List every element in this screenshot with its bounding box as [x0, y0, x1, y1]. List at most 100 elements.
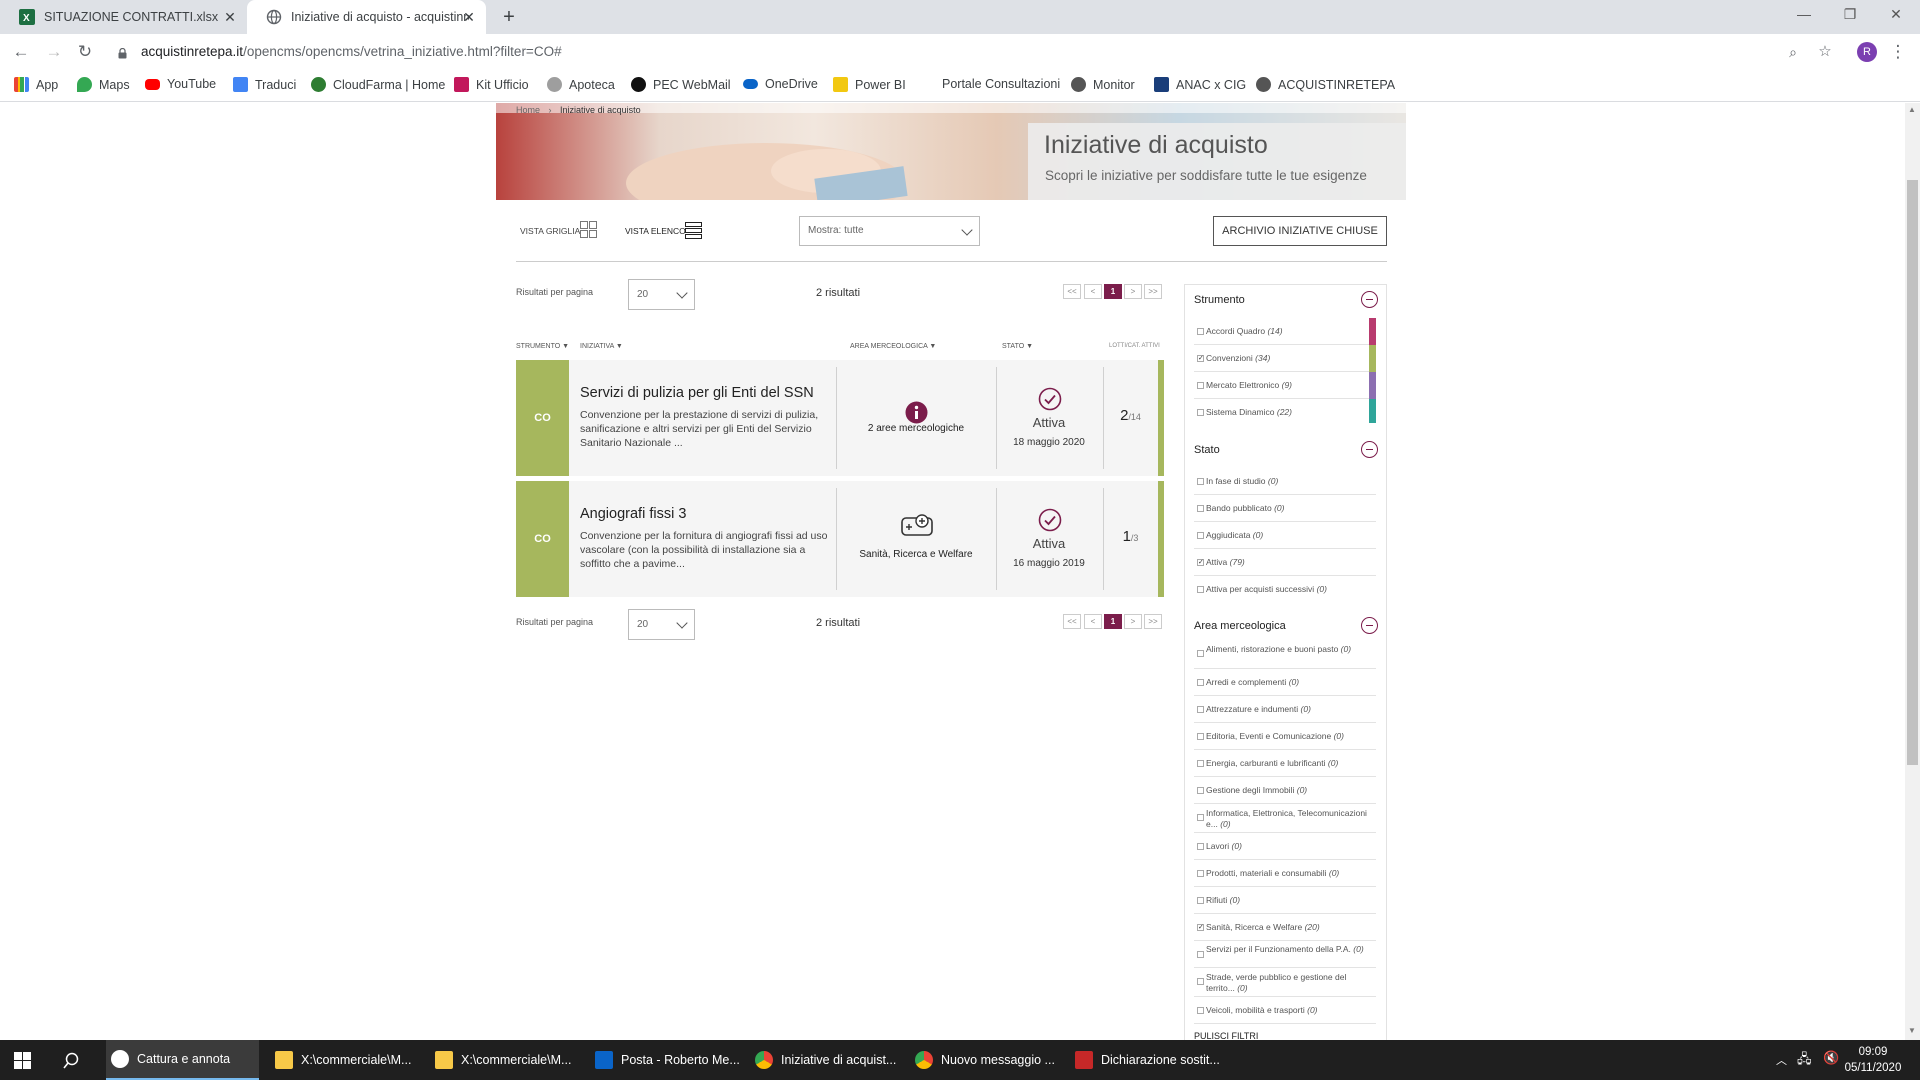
filter-area-item[interactable]: Alimenti, ristorazione e buoni pasto (0) — [1194, 640, 1376, 669]
network-icon[interactable]: 🖧 — [1797, 1050, 1812, 1072]
initiative-card[interactable]: CO Servizi di pulizia per gli Enti del S… — [516, 360, 1164, 476]
header-strumento[interactable]: STRUMENTO ▼ — [516, 343, 569, 350]
grid-view-label[interactable]: VISTA GRIGLIA — [520, 226, 580, 236]
list-view-icon[interactable] — [685, 222, 702, 239]
restore-icon[interactable]: ❐ — [1827, 6, 1873, 23]
filter-aggiudicata[interactable]: Aggiudicata (0) — [1194, 522, 1376, 549]
tab-excel[interactable]: X SITUAZIONE CONTRATTI.xlsx ✕ — [0, 0, 247, 34]
per-page-select[interactable]: 20 — [628, 609, 695, 640]
close-icon[interactable]: ✕ — [461, 9, 477, 25]
new-tab-button[interactable]: + — [499, 7, 519, 27]
filter-area-item[interactable]: Strade, verde pubblico e gestione del te… — [1194, 968, 1376, 997]
bookmark-app[interactable]: App — [14, 77, 58, 92]
filter-attiva[interactable]: ✓ Attiva (79) — [1194, 549, 1376, 576]
address-bar[interactable]: acquistinretepa.it/opencms/opencms/vetri… — [141, 40, 562, 64]
info-icon[interactable] — [905, 401, 928, 424]
bookmark-youtube[interactable]: YouTube — [145, 77, 216, 91]
collapse-icon[interactable] — [1361, 617, 1378, 634]
minimize-icon[interactable]: — — [1781, 6, 1827, 22]
clock[interactable]: 09:09 05/11/2020 — [1843, 1044, 1903, 1076]
filter-area-item[interactable]: Gestione degli Immobili (0) — [1194, 777, 1376, 804]
tray-chevron-icon[interactable]: ︿ — [1776, 1052, 1787, 1068]
filter-area-item[interactable]: ✓ Sanità, Ricerca e Welfare (20) — [1194, 914, 1376, 941]
close-icon[interactable]: ✕ — [222, 9, 238, 25]
zoom-icon[interactable]: ⌕ — [1782, 41, 1804, 63]
taskbar-item[interactable]: Nuovo messaggio ... — [910, 1040, 1060, 1080]
initiative-card[interactable]: CO Angiografi fissi 3 Convenzione per la… — [516, 481, 1164, 597]
collapse-icon[interactable] — [1361, 291, 1378, 308]
bookmark-powerbi[interactable]: Power BI — [833, 77, 906, 92]
scroll-up-icon[interactable]: ▲ — [1908, 105, 1916, 114]
pager-first[interactable]: << — [1063, 614, 1081, 629]
filter-sistema-dinamico[interactable]: Sistema Dinamico (22) — [1194, 399, 1376, 426]
list-view-label[interactable]: VISTA ELENCO — [625, 226, 686, 236]
taskbar-item[interactable]: X:\commerciale\M... — [430, 1040, 580, 1080]
pager-page-1[interactable]: 1 — [1104, 284, 1122, 299]
filter-bando-pubblicato[interactable]: Bando pubblicato (0) — [1194, 495, 1376, 522]
filter-accordi-quadro[interactable]: Accordi Quadro (14) — [1194, 318, 1376, 345]
pager-next[interactable]: > — [1124, 614, 1142, 629]
scrollbar-thumb[interactable] — [1907, 180, 1918, 765]
bookmark-onedrive[interactable]: OneDrive — [743, 77, 818, 91]
bookmark-kit-ufficio[interactable]: Kit Ufficio — [454, 77, 529, 92]
menu-icon[interactable]: ⋮ — [1887, 41, 1909, 63]
bookmark-traduci[interactable]: Traduci — [233, 77, 296, 92]
filter-area-item[interactable]: Veicoli, mobilità e trasporti (0) — [1194, 997, 1376, 1024]
bookmark-apoteca[interactable]: Apoteca — [547, 77, 615, 92]
clear-filters-link[interactable]: PULISCI FILTRI — [1194, 1031, 1258, 1040]
taskbar-item[interactable]: Iniziative di acquist... — [750, 1040, 900, 1080]
bookmark-portale[interactable]: Portale Consultazioni — [942, 77, 1060, 91]
filter-area-item[interactable]: Prodotti, materiali e consumabili (0) — [1194, 860, 1376, 887]
pager-page-1[interactable]: 1 — [1104, 614, 1122, 629]
filter-in-fase-di-studio[interactable]: In fase di studio (0) — [1194, 468, 1376, 495]
taskbar-item[interactable]: X:\commerciale\M... — [270, 1040, 420, 1080]
search-icon[interactable] — [63, 1052, 80, 1069]
forward-icon[interactable]: → — [43, 41, 65, 63]
windows-start-icon[interactable] — [14, 1052, 31, 1069]
show-filter-select[interactable]: Mostra: tutte — [799, 216, 980, 246]
header-area[interactable]: AREA MERCEOLOGICA ▼ — [850, 343, 936, 350]
pager-last[interactable]: >> — [1144, 614, 1162, 629]
bookmark-pec[interactable]: PEC WebMail — [631, 77, 731, 92]
grid-view-icon[interactable] — [580, 221, 597, 238]
volume-muted-icon[interactable]: 🔇 — [1823, 1050, 1839, 1066]
pager-last[interactable]: >> — [1144, 284, 1162, 299]
filter-area-item[interactable]: Arredi e complementi (0) — [1194, 669, 1376, 696]
filter-mercato-elettronico[interactable]: Mercato Elettronico (9) — [1194, 372, 1376, 399]
filter-convenzioni[interactable]: ✓ Convenzioni (34) — [1194, 345, 1376, 372]
header-iniziativa[interactable]: INIZIATIVA ▼ — [580, 343, 623, 350]
bookmark-maps[interactable]: Maps — [77, 77, 130, 92]
filter-area-item[interactable]: Energia, carburanti e lubrificanti (0) — [1194, 750, 1376, 777]
header-stato[interactable]: STATO ▼ — [1002, 343, 1033, 350]
pager-prev[interactable]: < — [1084, 614, 1102, 629]
taskbar-item[interactable]: Posta - Roberto Me... — [590, 1040, 740, 1080]
bookmark-monitor[interactable]: Monitor — [1071, 77, 1135, 92]
taskbar-item[interactable]: Dichiarazione sostit... — [1070, 1040, 1220, 1080]
star-icon[interactable]: ☆ — [1814, 41, 1836, 63]
filter-area-item[interactable]: Editoria, Eventi e Comunicazione (0) — [1194, 723, 1376, 750]
avatar[interactable]: R — [1857, 42, 1877, 62]
pager-first[interactable]: << — [1063, 284, 1081, 299]
filter-area-item[interactable]: Informatica, Elettronica, Telecomunicazi… — [1194, 804, 1376, 833]
per-page-select[interactable]: 20 — [628, 279, 695, 310]
bookmark-cloudfarma[interactable]: CloudFarma | Home — [311, 77, 445, 92]
archive-button[interactable]: ARCHIVIO INIZIATIVE CHIUSE — [1213, 216, 1387, 246]
reload-icon[interactable]: ↻ — [74, 41, 96, 63]
filter-area-item[interactable]: Rifiuti (0) — [1194, 887, 1376, 914]
filter-area-item[interactable]: Attrezzature e indumenti (0) — [1194, 696, 1376, 723]
scroll-down-icon[interactable]: ▼ — [1908, 1026, 1916, 1035]
tab-iniziative[interactable]: Iniziative di acquisto - acquistinre ✕ — [247, 0, 486, 34]
bookmark-acquistinretepa[interactable]: ACQUISTINRETEPA — [1256, 77, 1395, 92]
window-close-icon[interactable]: ✕ — [1873, 6, 1919, 23]
collapse-icon[interactable] — [1361, 441, 1378, 458]
filter-area-item[interactable]: Servizi per il Funzionamento della P.A. … — [1194, 941, 1376, 968]
healthcare-icon[interactable] — [900, 511, 936, 541]
taskbar-item[interactable]: Cattura e annota — [106, 1040, 259, 1080]
filter-attiva-acquisti-successivi[interactable]: Attiva per acquisti successivi (0) — [1194, 576, 1376, 603]
back-icon[interactable]: ← — [10, 41, 32, 63]
filter-area-item[interactable]: Lavori (0) — [1194, 833, 1376, 860]
initiative-title[interactable]: Servizi di pulizia per gli Enti del SSN — [580, 385, 814, 401]
bookmark-anac[interactable]: ANAC x CIG — [1154, 77, 1246, 92]
initiative-title[interactable]: Angiografi fissi 3 — [580, 506, 686, 522]
breadcrumb-home[interactable]: Home — [516, 105, 540, 115]
